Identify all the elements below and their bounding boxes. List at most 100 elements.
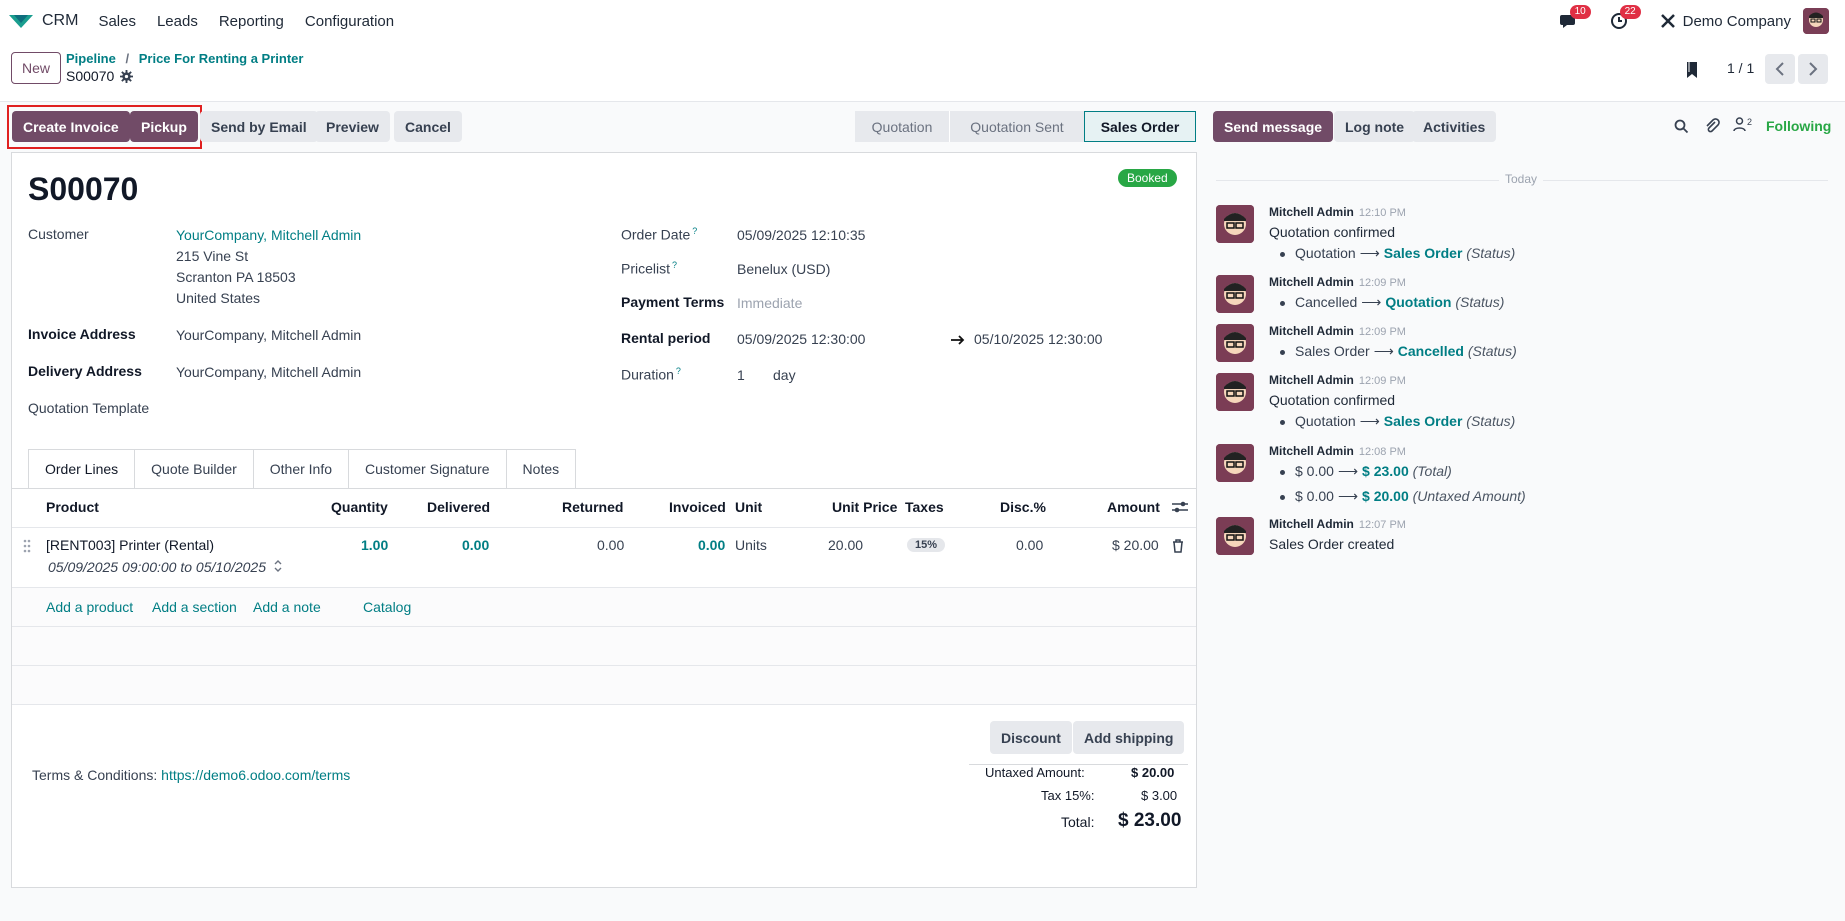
duration-unit[interactable]: day <box>773 367 796 383</box>
col-quantity[interactable]: Quantity <box>331 499 388 515</box>
new-button[interactable]: New <box>11 52 62 84</box>
gear-icon[interactable] <box>120 69 134 83</box>
menu-sales[interactable]: Sales <box>98 13 136 30</box>
pager-value[interactable]: 1 / 1 <box>1727 60 1754 76</box>
status-sales-order[interactable]: Sales Order <box>1084 111 1196 142</box>
messages-menu[interactable]: 10 <box>1559 5 1591 31</box>
activities-button[interactable]: Activities <box>1412 111 1497 142</box>
line-disc[interactable]: 0.00 <box>1016 537 1043 553</box>
user-avatar[interactable] <box>1803 8 1829 34</box>
col-amount[interactable]: Amount <box>1107 499 1160 515</box>
menu-leads[interactable]: Leads <box>157 13 198 30</box>
duration-value[interactable]: 1 <box>737 367 745 383</box>
delivery-address-field[interactable]: YourCompany, Mitchell Admin <box>176 364 361 380</box>
empty-row <box>12 666 1196 704</box>
catalog-link[interactable]: Catalog <box>363 599 411 615</box>
line-invoiced[interactable]: 0.00 <box>698 537 725 553</box>
pager-previous[interactable] <box>1765 54 1795 84</box>
line-returned[interactable]: 0.00 <box>597 537 624 553</box>
breadcrumb-opportunity[interactable]: Price For Renting a Printer <box>139 51 304 66</box>
send-message-button[interactable]: Send message <box>1213 111 1334 142</box>
add-note-link[interactable]: Add a note <box>253 599 321 615</box>
rental-start-field[interactable]: 05/09/2025 12:30:00 <box>737 331 865 347</box>
col-returned[interactable]: Returned <box>562 499 623 515</box>
breadcrumb-pipeline[interactable]: Pipeline <box>66 51 116 66</box>
discount-button[interactable]: Discount <box>990 721 1072 754</box>
status-quotation[interactable]: Quotation <box>855 111 949 142</box>
message-author[interactable]: Mitchell Admin 12:10 PM <box>1269 205 1406 219</box>
author-avatar[interactable] <box>1216 275 1254 313</box>
pickup-button[interactable]: Pickup <box>130 111 198 142</box>
message-author[interactable]: Mitchell Admin 12:09 PM <box>1269 275 1406 289</box>
drag-handle-icon[interactable] <box>23 539 31 553</box>
resize-spinner-icon[interactable] <box>273 557 283 575</box>
col-taxes[interactable]: Taxes <box>905 499 944 515</box>
author-avatar[interactable] <box>1216 324 1254 362</box>
payment-terms-field[interactable]: Immediate <box>737 295 802 311</box>
add-section-link[interactable]: Add a section <box>152 599 237 615</box>
bookmark-icon[interactable] <box>1685 61 1699 79</box>
pricelist-field[interactable]: Benelux (USD) <box>737 261 830 277</box>
trash-icon[interactable] <box>1172 539 1184 553</box>
col-delivered[interactable]: Delivered <box>427 499 490 515</box>
tab-customer-signature[interactable]: Customer Signature <box>349 449 507 489</box>
pager-next[interactable] <box>1798 54 1828 84</box>
send-email-button[interactable]: Send by Email <box>200 111 318 142</box>
col-product[interactable]: Product <box>46 499 99 515</box>
col-invoiced[interactable]: Invoiced <box>669 499 726 515</box>
menu-reporting[interactable]: Reporting <box>219 13 284 30</box>
search-icon[interactable] <box>1674 119 1689 134</box>
create-invoice-button[interactable]: Create Invoice <box>12 111 130 142</box>
message-author[interactable]: Mitchell Admin 12:08 PM <box>1269 444 1406 458</box>
column-settings-icon[interactable] <box>1172 500 1188 514</box>
add-product-link[interactable]: Add a product <box>46 599 133 615</box>
invoice-address-field[interactable]: YourCompany, Mitchell Admin <box>176 327 361 343</box>
author-avatar[interactable] <box>1216 517 1254 555</box>
author-avatar[interactable] <box>1216 373 1254 411</box>
line-tax-tag[interactable]: 15% <box>907 538 946 552</box>
followers-button[interactable]: 2 <box>1733 117 1752 132</box>
systray: 10 22 Demo Company <box>1559 0 1845 42</box>
line-unit-price[interactable]: 20.00 <box>828 537 863 553</box>
rental-end-field[interactable]: 05/10/2025 12:30:00 <box>974 331 1102 347</box>
quotation-template-label: Quotation Template <box>28 400 150 416</box>
line-description[interactable]: 05/09/2025 09:00:00 to 05/10/2025 <box>48 559 266 575</box>
header-divider <box>12 527 1196 528</box>
tab-notes[interactable]: Notes <box>506 449 577 489</box>
tools-icon[interactable] <box>1659 12 1677 30</box>
pricelist-help[interactable]: ? <box>672 260 677 270</box>
following-button[interactable]: Following <box>1766 118 1831 134</box>
company-switcher[interactable]: Demo Company <box>1683 13 1791 30</box>
menu-configuration[interactable]: Configuration <box>305 13 394 30</box>
activities-menu[interactable]: 22 <box>1609 5 1641 31</box>
message-author[interactable]: Mitchell Admin 12:07 PM <box>1269 517 1406 531</box>
line-unit[interactable]: Units <box>735 537 767 553</box>
add-shipping-button[interactable]: Add shipping <box>1073 721 1185 754</box>
cancel-button[interactable]: Cancel <box>394 111 462 142</box>
message-author[interactable]: Mitchell Admin 12:09 PM <box>1269 324 1406 338</box>
col-unit-price[interactable]: Unit Price <box>832 499 897 515</box>
tab-order-lines[interactable]: Order Lines <box>28 449 136 489</box>
status-quotation-sent[interactable]: Quotation Sent <box>949 111 1084 142</box>
author-avatar[interactable] <box>1216 444 1254 482</box>
log-note-button[interactable]: Log note <box>1334 111 1416 142</box>
tracking-change: Quotation ⟶ Sales Order (Status) <box>1280 413 1515 430</box>
order-date-field[interactable]: 05/09/2025 12:10:35 <box>737 227 865 243</box>
paperclip-icon[interactable] <box>1705 118 1720 134</box>
col-disc[interactable]: Disc.% <box>1000 499 1046 515</box>
app-brand[interactable]: CRM <box>8 12 78 30</box>
col-unit[interactable]: Unit <box>735 499 762 515</box>
terms-link[interactable]: https://demo6.odoo.com/terms <box>161 767 350 783</box>
line-delivered[interactable]: 0.00 <box>462 537 489 553</box>
customer-field[interactable]: YourCompany, Mitchell Admin <box>176 227 361 243</box>
preview-button[interactable]: Preview <box>315 111 390 142</box>
duration-help[interactable]: ? <box>676 366 681 376</box>
line-product[interactable]: [RENT003] Printer (Rental) <box>46 537 214 553</box>
tab-other-info[interactable]: Other Info <box>253 449 350 489</box>
tab-quote-builder[interactable]: Quote Builder <box>135 449 254 489</box>
message-time: 12:08 PM <box>1358 446 1406 458</box>
message-author[interactable]: Mitchell Admin 12:09 PM <box>1269 373 1406 387</box>
line-quantity[interactable]: 1.00 <box>361 537 388 553</box>
order-date-help[interactable]: ? <box>692 226 697 236</box>
author-avatar[interactable] <box>1216 205 1254 243</box>
